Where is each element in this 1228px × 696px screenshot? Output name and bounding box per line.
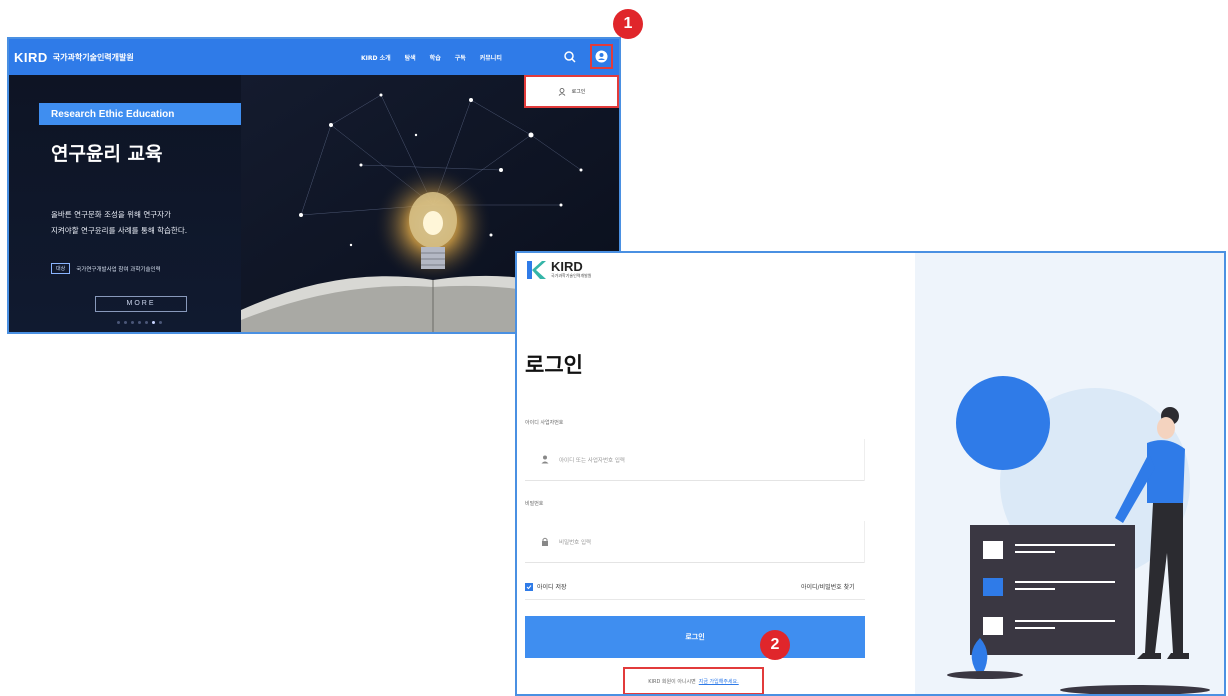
person-with-list-illustration [947, 376, 1210, 694]
pager-dot[interactable] [138, 321, 141, 324]
signup-question: KIRD 회원이 아니시면 [648, 678, 696, 685]
password-placeholder: 비밀번호 입력 [559, 539, 592, 546]
find-id-password-link[interactable]: 아이디/비밀번호 찾기 [801, 582, 855, 591]
pager-dot[interactable] [131, 321, 134, 324]
field-divider [864, 521, 865, 563]
step-marker-2: 2 [760, 630, 790, 660]
site-logo-subtitle[interactable]: 국가과학기술인력개발원 [53, 52, 134, 63]
nav-item-about[interactable]: KIRD 소개 [361, 53, 391, 62]
more-button[interactable]: MORE [95, 296, 187, 312]
remember-checkbox[interactable] [525, 582, 533, 591]
kird-logo[interactable]: KIRD 국가과학기술인력개발원 [525, 259, 591, 281]
hero-target-badge: 대상 국가연구개발사업 참여 과학기술인력 [51, 263, 161, 274]
login-illustration-panel [915, 253, 1224, 694]
pager-dot[interactable] [159, 321, 162, 324]
kird-logo-text: KIRD [551, 259, 583, 274]
field-divider [864, 439, 865, 481]
step-marker-1: 1 [613, 9, 643, 39]
hero-description-line: 지켜야할 연구윤리를 사례를 통해 학습한다. [51, 226, 188, 235]
id-label: 아이디 사업자번호 [525, 420, 564, 426]
main-menu: KIRD 소개 탐색 학습 구독 커뮤니티 [361, 39, 502, 75]
target-chip: 대상 [51, 263, 71, 274]
pager-dot[interactable] [145, 321, 148, 324]
id-placeholder: 아이디 또는 사업자번호 입력 [559, 457, 625, 464]
page-title: 로그인 [525, 353, 583, 377]
user-circle-icon [595, 50, 608, 63]
hero-title: 연구윤리 교육 [51, 143, 163, 165]
top-navigation: KIRD 국가과학기술인력개발원 KIRD 소개 탐색 학습 구독 커뮤니티 [9, 39, 619, 75]
remember-label: 아이디 저장 [537, 584, 567, 591]
login-button[interactable]: 로그인 [525, 616, 865, 658]
dropdown-login-item[interactable]: 로그인 [572, 88, 586, 95]
pager-dot[interactable] [124, 321, 127, 324]
lock-icon [542, 537, 548, 546]
pager-dot[interactable] [117, 321, 120, 324]
carousel-pager [117, 321, 162, 324]
nav-item-community[interactable]: 커뮤니티 [480, 53, 502, 62]
tutorial-canvas: KIRD 국가과학기술인력개발원 KIRD 소개 탐색 학습 구독 커뮤니티 R… [0, 0, 1228, 696]
nav-item-learning[interactable]: 학습 [430, 53, 441, 62]
person-icon [541, 455, 549, 464]
nav-item-explore[interactable]: 탐색 [405, 53, 416, 62]
password-field[interactable]: 비밀번호 입력 [525, 521, 865, 563]
signup-link[interactable]: 지금 가입해주세요. [699, 678, 739, 685]
login-form-panel: KIRD 국가과학기술인력개발원 로그인 아이디 사업자번호 아이디 또는 사업… [517, 253, 915, 694]
hero-description-line: 올바른 연구문화 조성을 위해 연구자가 [51, 210, 171, 219]
divider [525, 599, 865, 600]
hero-tag: Research Ethic Education [39, 103, 241, 125]
remember-id[interactable]: 아이디 저장 [525, 582, 567, 591]
person-icon [558, 87, 565, 96]
user-menu-button[interactable] [590, 44, 613, 69]
kird-logo-icon [527, 261, 546, 279]
kird-logo-subtitle: 국가과학기술인력개발원 [551, 273, 592, 278]
user-dropdown-menu[interactable]: 로그인 [524, 75, 619, 108]
search-icon[interactable] [562, 49, 578, 65]
signup-prompt: KIRD 회원이 아니시면 지금 가입해주세요. [623, 667, 764, 694]
target-text: 국가연구개발사업 참여 과학기술인력 [76, 266, 161, 273]
check-icon [526, 584, 532, 589]
pager-dot-active[interactable] [152, 321, 155, 324]
login-page-screenshot: KIRD 국가과학기술인력개발원 로그인 아이디 사업자번호 아이디 또는 사업… [515, 251, 1226, 696]
hero-description: 올바른 연구문화 조성을 위해 연구자가 지켜야할 연구윤리를 사례를 통해 학… [51, 207, 241, 239]
nav-item-subscribe[interactable]: 구독 [455, 53, 466, 62]
id-field[interactable]: 아이디 또는 사업자번호 입력 [525, 439, 865, 481]
password-label: 비밀번호 [525, 501, 544, 507]
site-logo[interactable]: KIRD [14, 50, 48, 65]
